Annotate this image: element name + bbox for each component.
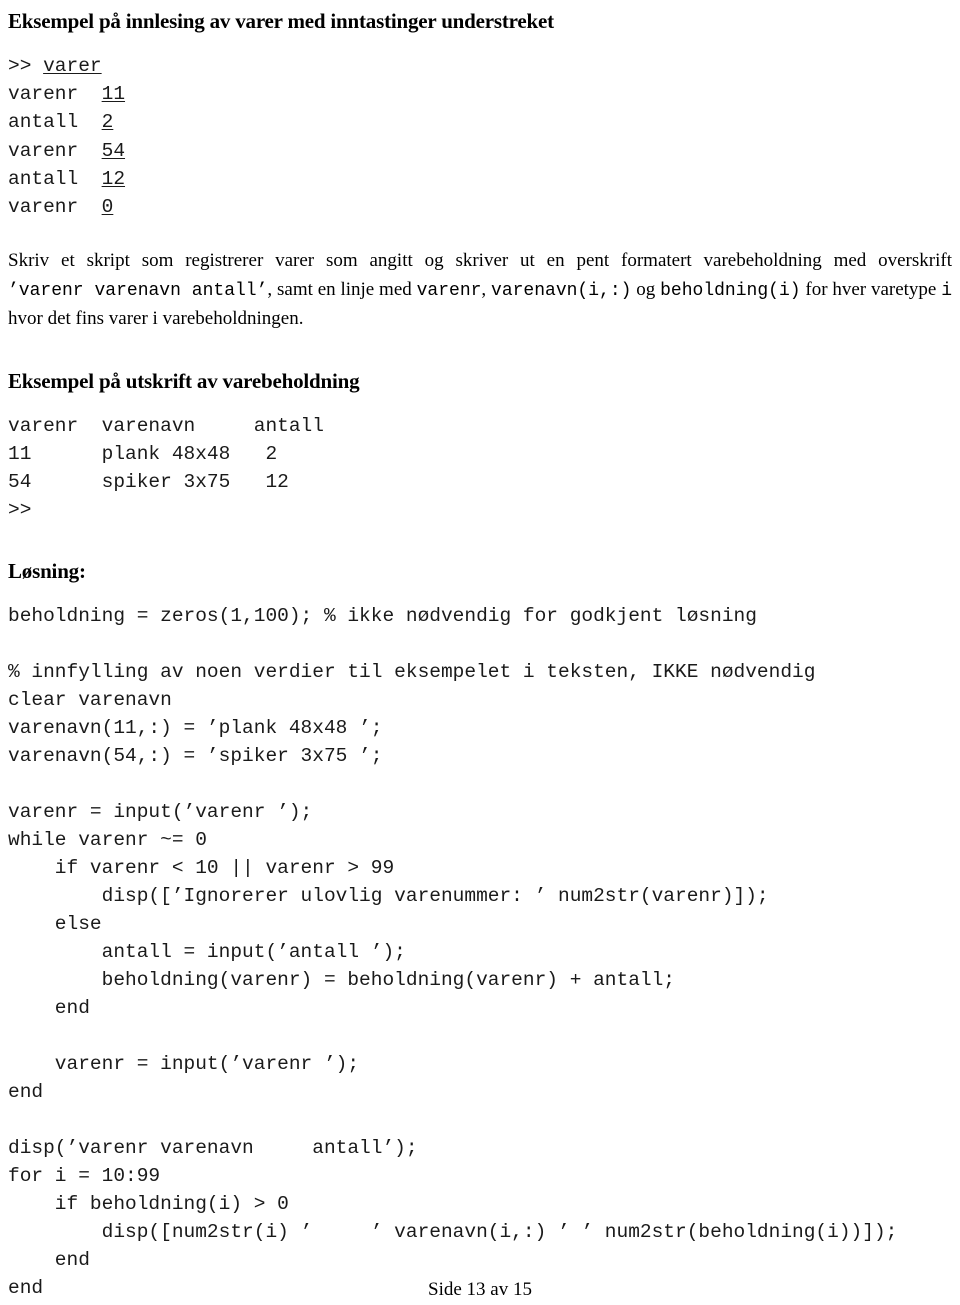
terminal-label: antall xyxy=(8,167,102,190)
terminal-input-value: 11 xyxy=(101,83,126,106)
terminal-line: antall 12 xyxy=(8,165,952,193)
task-code-overskrift: ’varenr varenavn antall’ xyxy=(8,280,268,301)
terminal-line: >> varer xyxy=(8,52,952,80)
task-text-part3: , xyxy=(481,278,492,300)
task-text-part5: for hver varetype xyxy=(800,278,942,300)
terminal-label: antall xyxy=(8,111,102,134)
terminal-label: varenr xyxy=(8,196,102,219)
terminal-line: varenr 0 xyxy=(8,193,952,221)
task-text-part4: og xyxy=(631,278,661,300)
terminal-input-value: 0 xyxy=(101,196,114,219)
terminal-session-block: >> varer varenr 11 antall 2 varenr 54 an… xyxy=(8,52,952,221)
task-description-paragraph: Skriv et skript som registrerer varer so… xyxy=(8,247,952,334)
terminal-prompt: >> xyxy=(8,55,44,77)
document-page: Eksempel på innlesing av varer med innta… xyxy=(0,0,960,1305)
terminal-label: varenr xyxy=(8,83,102,106)
task-text-part6: hvor det fins varer i varebeholdningen. xyxy=(8,308,304,330)
heading-solution: Løsning: xyxy=(8,558,86,583)
task-code-i: i xyxy=(941,280,953,301)
terminal-line: antall 2 xyxy=(8,108,952,136)
solution-code-block: beholdning = zeros(1,100); % ikke nødven… xyxy=(8,604,898,1299)
task-text-part2: , samt en linje med xyxy=(267,278,417,300)
terminal-input-value: 54 xyxy=(101,139,126,162)
task-text-part1: Skriv et skript som registrerer varer so… xyxy=(8,250,952,272)
heading-input-example: Eksempel på innlesing av varer med innta… xyxy=(8,9,554,33)
terminal-line: varenr 11 xyxy=(8,80,952,108)
heading-output-example: Eksempel på utskrift av varebeholdning xyxy=(8,368,360,393)
output-example-block: varenr varenavn antall 11 plank 48x48 2 … xyxy=(8,414,324,521)
task-code-varenavn: varenavn(i,:) xyxy=(491,280,632,301)
page-footer: Side 13 av 15 xyxy=(428,1279,532,1300)
terminal-input-value: 12 xyxy=(101,167,126,190)
terminal-input-value: 2 xyxy=(101,111,114,134)
terminal-line: varenr 54 xyxy=(8,137,952,165)
terminal-label: varenr xyxy=(8,139,102,162)
task-code-beholdning: beholdning(i) xyxy=(660,280,801,301)
task-code-varenr: varenr xyxy=(416,280,482,301)
page-content: Eksempel på innlesing av varer med innta… xyxy=(8,8,952,1302)
terminal-input-value: varer xyxy=(43,55,102,77)
